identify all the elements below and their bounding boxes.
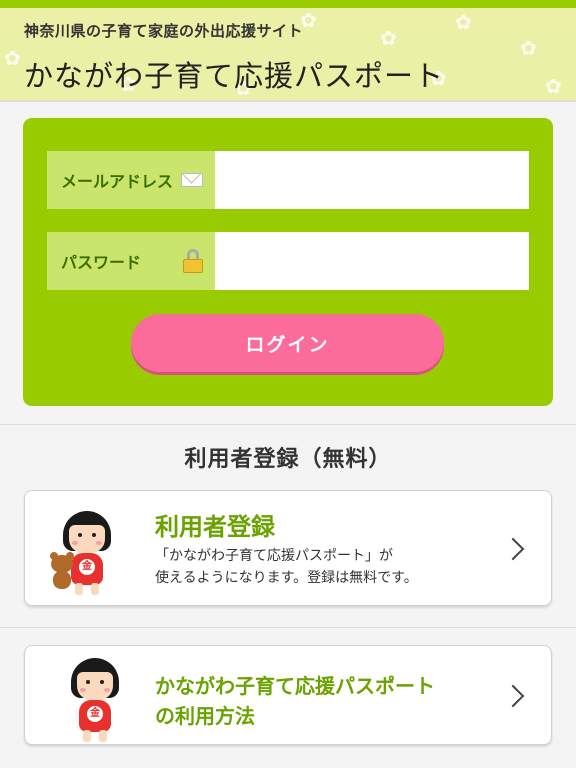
email-label-cell: メールアドレス	[47, 151, 215, 209]
header-divider	[0, 100, 576, 102]
teddy-bear-icon	[49, 552, 75, 589]
petal-decoration: ✿	[545, 74, 562, 98]
envelope-icon	[181, 173, 203, 187]
register-card-title: 利用者登録	[155, 513, 275, 541]
section-divider	[0, 627, 576, 628]
chevron-right-icon	[501, 684, 525, 708]
register-card-desc-line1: 「かながわ子育て応援パスポート」が	[155, 548, 393, 564]
petal-decoration: ✿	[380, 26, 397, 50]
site-logo-title[interactable]: かながわ子育て応援パスポート	[24, 53, 444, 95]
register-card-desc-line2: 使えるようになります。登録は無料です。	[155, 570, 418, 586]
register-card[interactable]: 金 利用者登録 「かながわ子育て応援パスポート」が 使えるようになります。登録は…	[24, 490, 552, 606]
how-to-use-card[interactable]: 金 かながわ子育て応援パスポート の利用方法	[24, 645, 552, 745]
petal-decoration: ✿	[455, 10, 472, 34]
email-field[interactable]	[215, 151, 529, 209]
email-label: メールアドレス	[61, 172, 174, 191]
login-form: メールアドレス パスワード ログイン	[23, 118, 553, 406]
how-to-use-title-line2: の利用方法	[155, 704, 255, 728]
lock-icon	[183, 249, 203, 273]
how-to-use-title-line1: かながわ子育て応援パスポート	[155, 674, 435, 698]
login-button[interactable]: ログイン	[131, 314, 444, 372]
password-field[interactable]	[215, 232, 529, 290]
password-label: パスワード	[61, 253, 142, 272]
section-divider	[0, 424, 576, 425]
email-row: メールアドレス	[47, 151, 529, 209]
site-subtitle: 神奈川県の子育て家庭の外出応援サイト	[24, 22, 304, 40]
chevron-right-icon	[501, 537, 525, 561]
password-label-cell: パスワード	[47, 232, 215, 290]
password-row: パスワード	[47, 232, 529, 290]
petal-decoration: ✿	[520, 36, 537, 60]
site-header: ✿ ✿ ✿ ✿ ✿ ✿ ✿ ✿ ✿ 神奈川県の子育て家庭の外出応援サイト かなが…	[0, 0, 576, 102]
mascot-illustration: 金	[57, 658, 137, 746]
registration-section-title: 利用者登録（無料）	[184, 447, 392, 472]
mascot-with-bear-illustration: 金	[49, 511, 129, 599]
petal-decoration: ✿	[4, 46, 21, 70]
